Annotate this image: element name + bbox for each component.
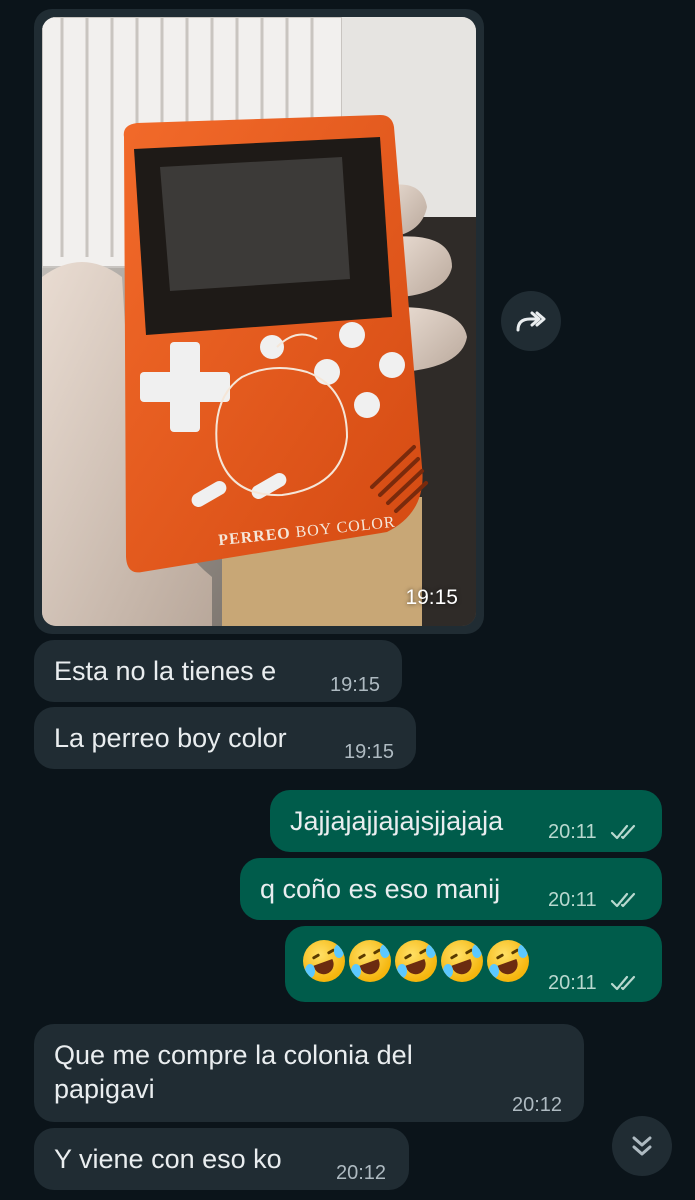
incoming-message[interactable]: Esta no la tienes e 19:15 [34,640,402,702]
message-text: Y viene con eso ko [54,1144,282,1174]
outgoing-message[interactable]: Jajjajajjajajsjjajaja 20:11 [270,790,662,852]
outgoing-message[interactable]: q coño es eso manij 20:11 [240,858,662,920]
double-chevron-down-icon [632,1136,652,1156]
forward-button[interactable] [501,291,561,351]
image-timestamp: 19:15 [405,586,458,609]
incoming-message[interactable]: La perreo boy color 19:15 [34,707,416,769]
message-text-line-2: papigavi [54,1074,155,1104]
image-message-bubble[interactable]: PERREO BOY COLOR 19:15 [34,9,484,634]
message-text: q coño es eso manij [260,874,501,904]
rolling-on-floor-laughing-emoji [487,940,529,982]
message-time: 19:15 [330,674,381,696]
forward-icon [516,311,546,332]
outgoing-emoji-message[interactable]: 20:11 [285,926,662,1002]
rolling-on-floor-laughing-emoji [395,940,437,982]
incoming-message[interactable]: Que me compre la colonia del papigavi 20… [34,1024,584,1122]
double-check-icon [610,824,636,840]
rolling-on-floor-laughing-emoji [303,940,345,982]
scroll-to-bottom-button[interactable] [612,1116,672,1176]
message-text: Jajjajajjajajsjjajaja [290,806,504,836]
message-text: Esta no la tienes e [54,656,277,686]
rolling-on-floor-laughing-emoji [441,940,483,982]
emoji-row [303,940,529,982]
message-time: 20:12 [336,1162,387,1184]
message-time: 20:11 [548,889,597,911]
incoming-message[interactable]: Y viene con eso ko 20:12 [34,1128,409,1190]
double-check-icon [610,975,636,991]
message-time: 20:11 [548,821,597,843]
double-check-icon [610,892,636,908]
message-time: 20:12 [512,1094,563,1116]
message-time: 19:15 [344,741,395,763]
message-text: La perreo boy color [54,723,287,753]
message-text-line-1: Que me compre la colonia del [54,1040,413,1070]
message-time: 20:11 [548,972,597,994]
rolling-on-floor-laughing-emoji [349,940,391,982]
photo[interactable]: PERREO BOY COLOR 19:15 [42,17,476,626]
